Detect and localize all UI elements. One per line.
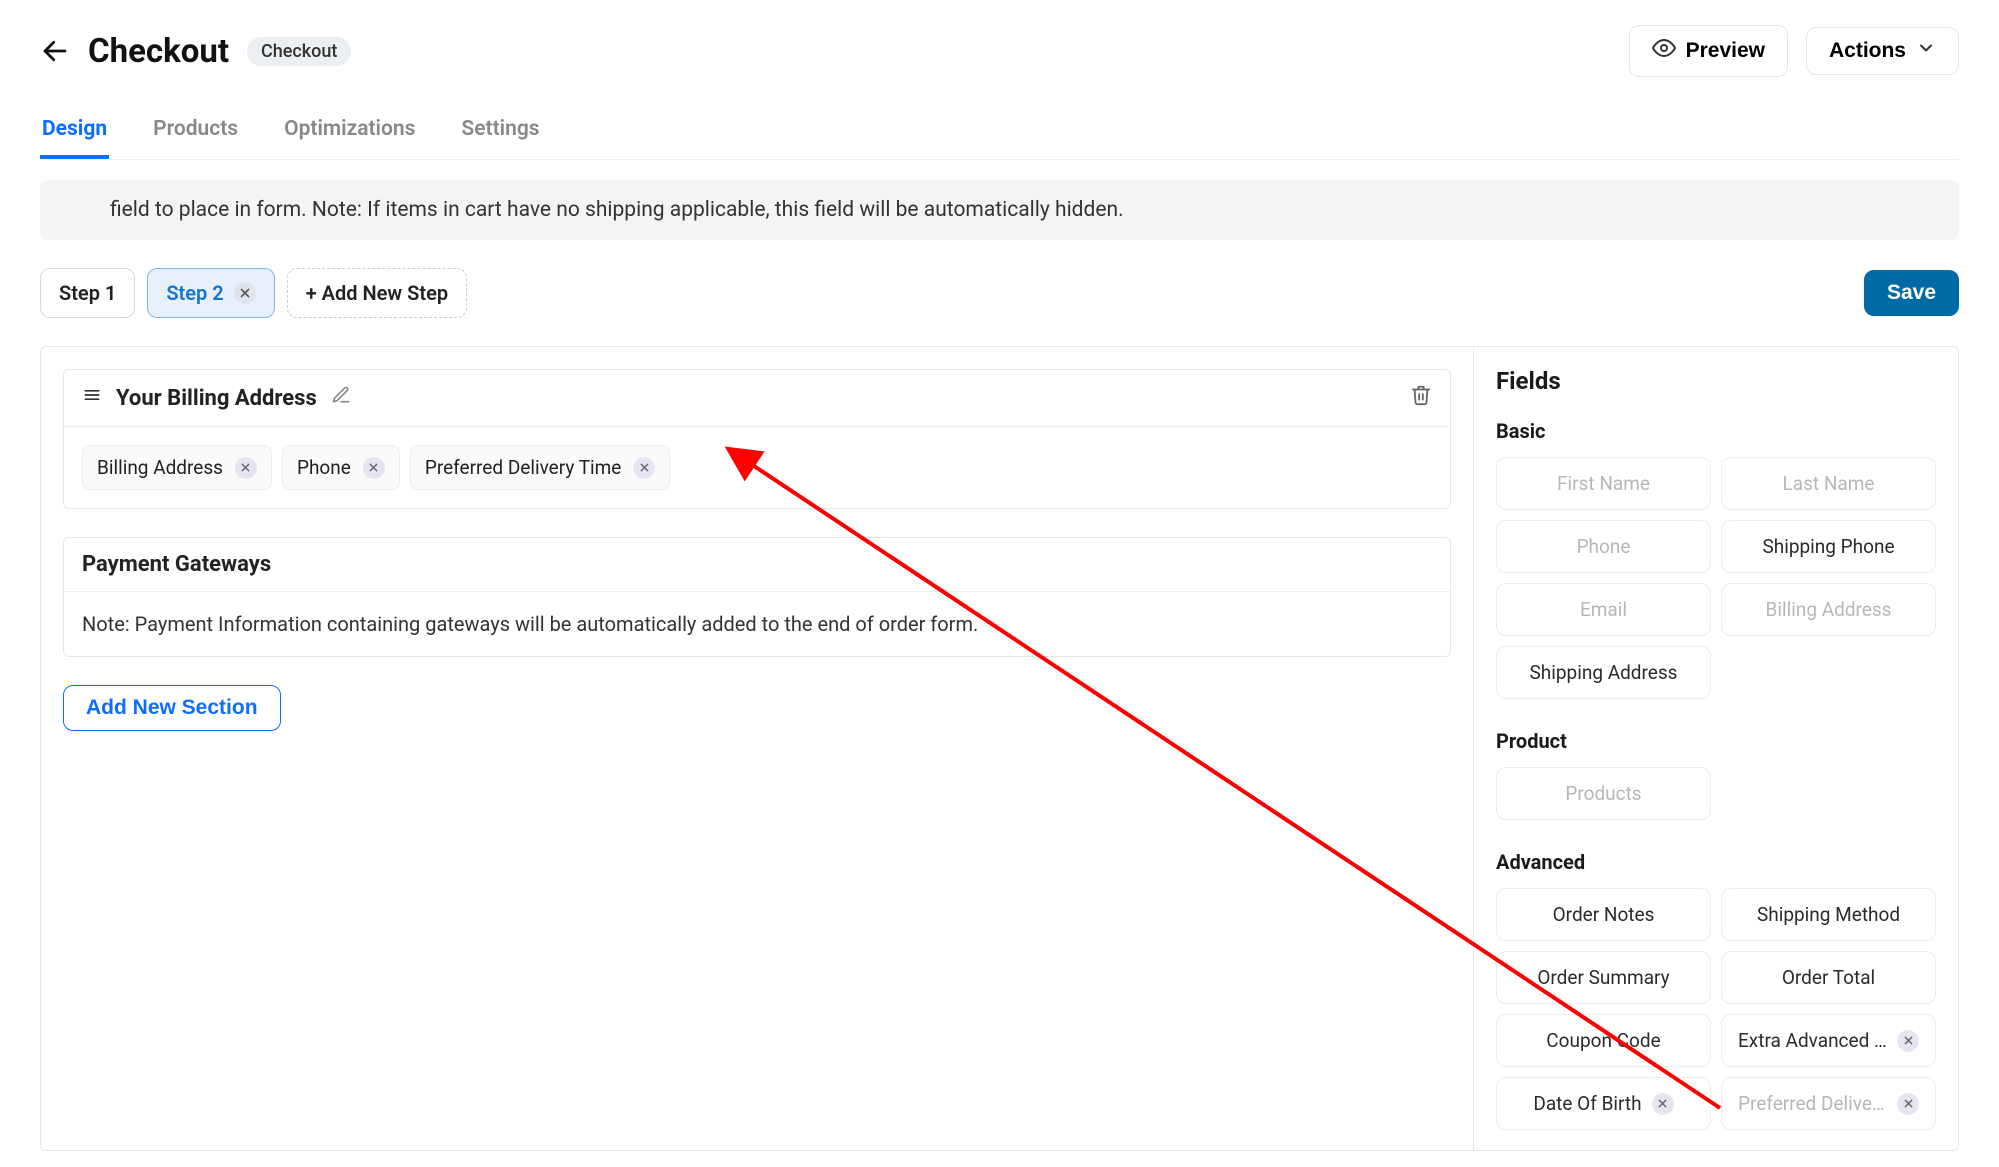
section-title: Payment Gateways xyxy=(82,552,271,577)
step-label: Step 1 xyxy=(59,281,116,305)
field-coupon-code[interactable]: Coupon Code xyxy=(1496,1014,1711,1067)
page-title: Checkout xyxy=(88,32,229,71)
group-title-product: Product xyxy=(1496,729,1936,753)
field-shipping-method[interactable]: Shipping Method xyxy=(1721,888,1936,941)
field-label: Products xyxy=(1565,782,1641,805)
field-first-name[interactable]: First Name xyxy=(1496,457,1711,510)
drag-handle-icon[interactable] xyxy=(82,385,102,411)
field-label: Preferred Delivery Ti... xyxy=(1738,1092,1887,1115)
trash-icon[interactable] xyxy=(1410,384,1432,412)
section-billing-address: Your Billing Address Billing Address xyxy=(63,369,1451,509)
field-label: Email xyxy=(1580,598,1627,621)
close-icon[interactable] xyxy=(1897,1030,1919,1052)
field-label: Phone xyxy=(1577,535,1631,558)
field-label: First Name xyxy=(1557,472,1650,495)
field-label: Billing Address xyxy=(1766,598,1892,621)
field-label: Extra Advanced Field xyxy=(1738,1029,1887,1052)
actions-label: Actions xyxy=(1829,39,1906,63)
field-label: Last Name xyxy=(1783,472,1875,495)
field-products[interactable]: Products xyxy=(1496,767,1711,820)
sidebar-title: Fields xyxy=(1496,367,1936,395)
close-icon[interactable] xyxy=(235,457,257,479)
field-phone[interactable]: Phone xyxy=(1496,520,1711,573)
group-title-advanced: Advanced xyxy=(1496,850,1936,874)
step-2-button[interactable]: Step 2 xyxy=(147,268,274,318)
group-title-basic: Basic xyxy=(1496,419,1936,443)
chevron-down-icon xyxy=(1916,38,1936,64)
preview-label: Preview xyxy=(1686,39,1765,63)
close-icon[interactable] xyxy=(363,457,385,479)
field-label: Shipping Address xyxy=(1530,661,1678,684)
payment-note: Note: Payment Information containing gat… xyxy=(64,592,1450,656)
field-label: Order Total xyxy=(1782,966,1875,989)
field-billing-address[interactable]: Billing Address xyxy=(1721,583,1936,636)
page-badge: Checkout xyxy=(247,37,351,66)
field-order-total[interactable]: Order Total xyxy=(1721,951,1936,1004)
close-icon[interactable] xyxy=(1897,1093,1919,1115)
field-email[interactable]: Email xyxy=(1496,583,1711,636)
field-label: Date Of Birth xyxy=(1533,1092,1641,1115)
preview-button[interactable]: Preview xyxy=(1629,25,1788,77)
step-1-button[interactable]: Step 1 xyxy=(40,268,135,318)
eye-icon xyxy=(1652,36,1676,66)
field-date-of-birth[interactable]: Date Of Birth xyxy=(1496,1077,1711,1130)
add-step-label: + Add New Step xyxy=(306,281,448,305)
tab-settings[interactable]: Settings xyxy=(459,105,541,159)
info-notice: field to place in form. Note: If items i… xyxy=(40,180,1959,240)
field-label: Shipping Phone xyxy=(1762,535,1894,558)
close-icon[interactable] xyxy=(1652,1093,1674,1115)
field-label: Order Summary xyxy=(1537,966,1669,989)
chip-label: Phone xyxy=(297,456,351,479)
field-chip-billing-address[interactable]: Billing Address xyxy=(82,445,272,490)
add-new-step-button[interactable]: + Add New Step xyxy=(287,268,467,318)
field-chip-phone[interactable]: Phone xyxy=(282,445,400,490)
tabs: Design Products Optimizations Settings xyxy=(40,105,1959,160)
step-label: Step 2 xyxy=(166,281,223,305)
tab-design[interactable]: Design xyxy=(40,105,109,159)
field-chip-preferred-delivery-time[interactable]: Preferred Delivery Time xyxy=(410,445,671,490)
actions-button[interactable]: Actions xyxy=(1806,27,1959,75)
tab-optimizations[interactable]: Optimizations xyxy=(282,105,417,159)
field-label: Shipping Method xyxy=(1757,903,1900,926)
field-last-name[interactable]: Last Name xyxy=(1721,457,1936,510)
field-order-summary[interactable]: Order Summary xyxy=(1496,951,1711,1004)
field-order-notes[interactable]: Order Notes xyxy=(1496,888,1711,941)
field-extra-advanced[interactable]: Extra Advanced Field xyxy=(1721,1014,1936,1067)
back-arrow-icon[interactable] xyxy=(40,36,70,66)
field-label: Coupon Code xyxy=(1546,1029,1660,1052)
field-label: Order Notes xyxy=(1553,903,1655,926)
chip-label: Preferred Delivery Time xyxy=(425,456,622,479)
field-shipping-phone[interactable]: Shipping Phone xyxy=(1721,520,1936,573)
save-button[interactable]: Save xyxy=(1864,270,1959,316)
field-preferred-delivery-time[interactable]: Preferred Delivery Ti... xyxy=(1721,1077,1936,1130)
section-title: Your Billing Address xyxy=(116,386,317,411)
field-shipping-address[interactable]: Shipping Address xyxy=(1496,646,1711,699)
add-new-section-button[interactable]: Add New Section xyxy=(63,685,281,731)
close-icon[interactable] xyxy=(234,282,256,304)
section-payment-gateways: Payment Gateways Note: Payment Informati… xyxy=(63,537,1451,657)
close-icon[interactable] xyxy=(633,457,655,479)
edit-icon[interactable] xyxy=(331,385,351,411)
tab-products[interactable]: Products xyxy=(151,105,240,159)
chip-label: Billing Address xyxy=(97,456,223,479)
